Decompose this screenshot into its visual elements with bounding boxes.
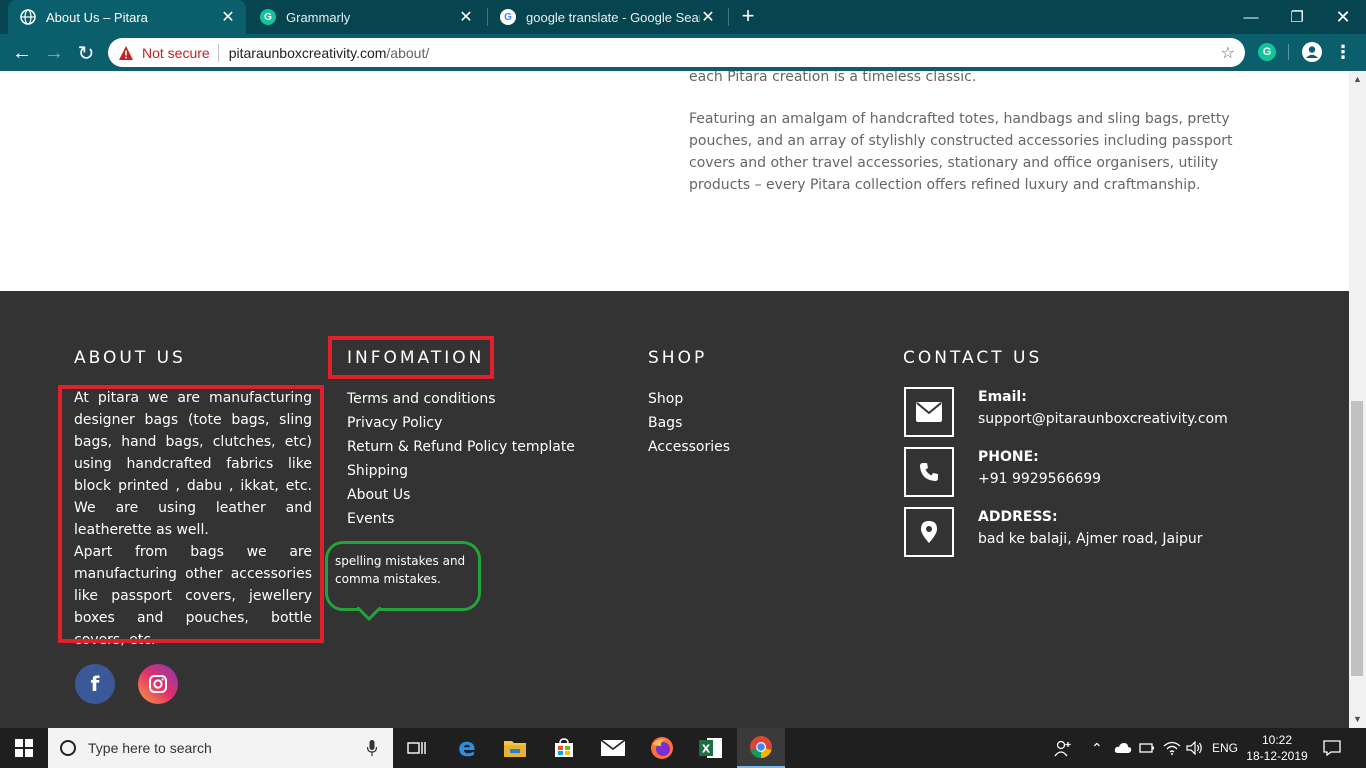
shop-heading: SHOP	[648, 348, 708, 368]
store-icon[interactable]	[540, 728, 588, 768]
edge-icon[interactable]: e	[443, 728, 491, 768]
contact-us-heading: CONTACT US	[903, 348, 1043, 368]
tab-strip: About Us – Pitara ✕ G Grammarly ✕ G goog…	[0, 0, 1366, 34]
toolbar-divider	[1288, 44, 1289, 60]
page-scrollbar[interactable]: ▲ ▼	[1349, 71, 1366, 728]
system-clock[interactable]: 10:22 18-12-2019	[1238, 732, 1316, 764]
link-events[interactable]: Events	[347, 507, 575, 531]
volume-icon[interactable]	[1186, 728, 1204, 768]
firefox-icon[interactable]	[638, 728, 686, 768]
search-circle-icon	[60, 740, 76, 756]
shop-links: Shop Bags Accessories	[648, 387, 730, 459]
email-value[interactable]: support@pitaraunboxcreativity.com	[978, 411, 1228, 427]
notifications-icon[interactable]	[1323, 728, 1341, 768]
phone-label: PHONE:	[978, 449, 1039, 465]
site-footer: ABOUT US At pitara we are manufacturing …	[0, 291, 1349, 728]
url-domain: pitaraunboxcreativity.com	[228, 44, 387, 61]
browser-toolbar: ← → ↻ Not secure pitaraunboxcreativity.c…	[0, 34, 1366, 71]
wifi-icon[interactable]	[1163, 728, 1181, 768]
tab-google-translate[interactable]: G google translate - Google Search ✕	[488, 0, 726, 34]
link-terms[interactable]: Terms and conditions	[347, 387, 575, 411]
menu-kebab-icon[interactable]: ⋮	[1334, 40, 1352, 64]
tab-about-us[interactable]: About Us – Pitara ✕	[8, 0, 246, 34]
profile-avatar-icon[interactable]	[1302, 42, 1322, 62]
search-placeholder: Type here to search	[88, 740, 212, 756]
instagram-icon[interactable]	[138, 664, 178, 704]
envelope-icon	[904, 387, 954, 437]
phone-value[interactable]: +91 9929566699	[978, 471, 1101, 487]
facebook-icon[interactable]: f	[75, 664, 115, 704]
address-value: bad ke balaji, Ajmer road, Jaipur	[978, 531, 1203, 547]
link-bags[interactable]: Bags	[648, 411, 730, 435]
restore-button[interactable]: ❐	[1274, 0, 1320, 34]
tab-divider	[728, 8, 729, 26]
back-button[interactable]: ←	[9, 40, 35, 66]
grammarly-icon: G	[260, 9, 276, 25]
taskbar-search-box[interactable]: Type here to search	[48, 728, 393, 768]
warning-icon	[119, 45, 133, 60]
url-text[interactable]: pitaraunboxcreativity.com/about/	[229, 45, 430, 61]
new-tab-button[interactable]: +	[737, 5, 759, 27]
about-us-heading: ABOUT US	[74, 348, 186, 368]
people-icon[interactable]	[1054, 728, 1072, 768]
globe-icon	[20, 9, 36, 25]
security-status[interactable]: Not secure	[142, 45, 210, 61]
about-paragraph: Featuring an amalgam of handcrafted tote…	[689, 111, 1233, 193]
red-annotation-box-about	[58, 385, 324, 643]
google-icon: G	[500, 9, 516, 25]
onedrive-cloud-icon[interactable]	[1114, 728, 1132, 768]
url-path: /about/	[386, 44, 430, 61]
excel-icon[interactable]: X	[687, 728, 735, 768]
link-about-us[interactable]: About Us	[347, 483, 575, 507]
page-content: each Pitara creation is a timeless class…	[0, 71, 1349, 728]
red-annotation-box-heading	[328, 336, 494, 379]
minimize-button[interactable]: —	[1228, 0, 1274, 34]
address-label: ADDRESS:	[978, 509, 1058, 525]
forward-button[interactable]: →	[41, 40, 67, 66]
clock-date: 18-12-2019	[1246, 749, 1308, 763]
link-accessories[interactable]: Accessories	[648, 435, 730, 459]
microphone-icon[interactable]	[367, 740, 377, 756]
email-label: Email:	[978, 389, 1027, 405]
file-explorer-icon[interactable]	[491, 728, 539, 768]
information-links: Terms and conditions Privacy Policy Retu…	[347, 387, 575, 531]
tab-grammarly[interactable]: G Grammarly ✕	[248, 0, 484, 34]
bookmark-star-icon[interactable]: ☆	[1221, 43, 1235, 63]
mail-icon[interactable]	[589, 728, 637, 768]
close-tab-icon[interactable]: ✕	[700, 7, 716, 27]
close-window-button[interactable]: ✕	[1320, 0, 1366, 34]
svg-text:X: X	[702, 743, 711, 756]
annotation-bubble-tail	[357, 607, 381, 622]
annotation-text: spelling mistakes and comma mistakes.	[335, 554, 466, 586]
link-privacy[interactable]: Privacy Policy	[347, 411, 575, 435]
reload-button[interactable]: ↻	[73, 40, 99, 66]
battery-plug-icon[interactable]	[1139, 728, 1155, 768]
clock-time: 10:22	[1261, 733, 1293, 747]
windows-taskbar: Type here to search e X ⌃ ENG 10:22 18-1…	[0, 728, 1366, 768]
address-divider	[217, 43, 219, 62]
language-indicator[interactable]: ENG	[1212, 728, 1238, 768]
map-pin-icon	[904, 507, 954, 557]
tab-title: Grammarly	[286, 9, 351, 25]
scroll-up-arrow-icon[interactable]: ▲	[1349, 71, 1366, 88]
chevron-up-icon[interactable]: ⌃	[1091, 728, 1103, 768]
task-view-icon[interactable]	[393, 728, 441, 768]
scroll-thumb[interactable]	[1351, 401, 1363, 676]
grammarly-extension-icon[interactable]: G	[1258, 43, 1276, 61]
tab-title: google translate - Google Search	[526, 9, 700, 25]
chrome-icon[interactable]	[737, 728, 785, 768]
about-paragraph-end: each Pitara creation is a timeless class…	[689, 71, 977, 85]
windows-start-icon[interactable]	[0, 728, 48, 768]
link-shipping[interactable]: Shipping	[347, 459, 575, 483]
close-tab-icon[interactable]: ✕	[220, 7, 236, 27]
phone-icon	[904, 447, 954, 497]
scroll-down-arrow-icon[interactable]: ▼	[1349, 711, 1366, 728]
close-tab-icon[interactable]: ✕	[458, 7, 474, 27]
link-shop[interactable]: Shop	[648, 387, 730, 411]
address-bar[interactable]: Not secure pitaraunboxcreativity.com/abo…	[108, 38, 1245, 67]
link-refund[interactable]: Return & Refund Policy template	[347, 435, 575, 459]
tab-title: About Us – Pitara	[46, 9, 148, 25]
